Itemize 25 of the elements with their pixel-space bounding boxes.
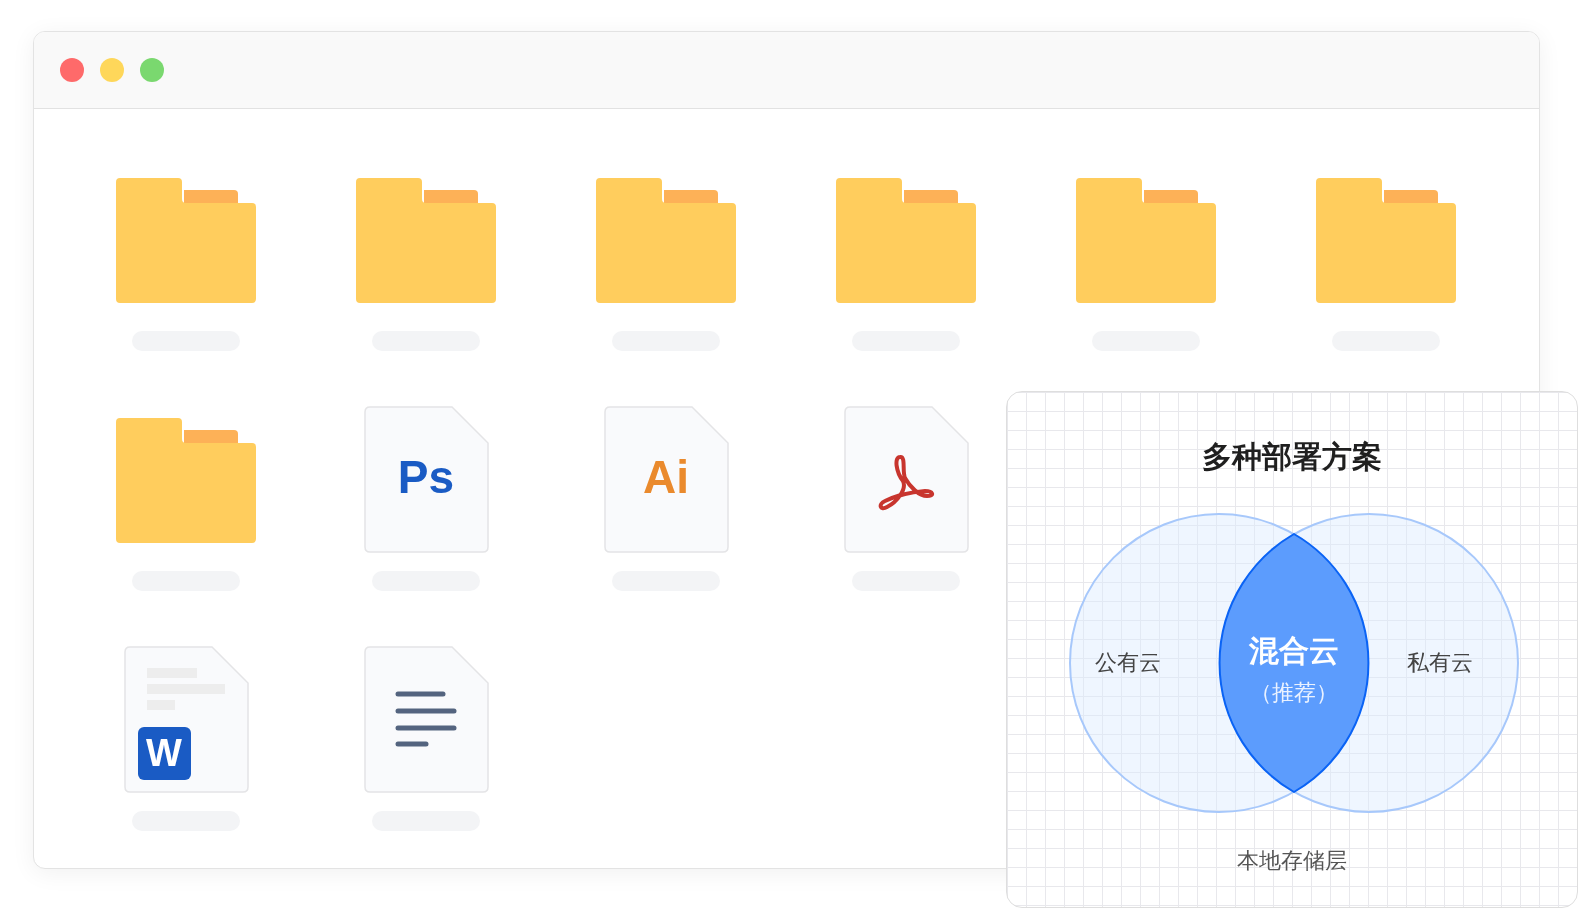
circle-label: 私有云 xyxy=(1406,649,1474,677)
ai-logo: Ai xyxy=(642,454,690,500)
text-lines-icon xyxy=(394,691,457,747)
base-layer-label: 本地存储层 xyxy=(1236,847,1348,875)
folder-icon[interactable] xyxy=(1316,178,1456,303)
panel-title: 多种部署方案 xyxy=(1201,439,1383,475)
minimize-button[interactable] xyxy=(100,58,124,82)
close-button[interactable] xyxy=(60,58,84,82)
folder-icon[interactable] xyxy=(836,178,976,303)
word-logo: W xyxy=(137,727,191,780)
pdf-icon xyxy=(876,454,937,512)
folder-icon[interactable] xyxy=(116,418,256,543)
ps-logo: Ps xyxy=(396,454,456,500)
document-icon[interactable] xyxy=(843,406,969,553)
overlap-label: 混合云 xyxy=(1248,633,1340,669)
circle-label: 公有云 xyxy=(1094,649,1162,677)
folder-icon[interactable] xyxy=(596,178,736,303)
document-icon[interactable] xyxy=(363,646,489,793)
document-icon[interactable]: Ps xyxy=(363,406,489,553)
document-icon[interactable]: W xyxy=(123,646,249,793)
folder-icon[interactable] xyxy=(116,178,256,303)
maximize-button[interactable] xyxy=(140,58,164,82)
overlap-note: （推荐） xyxy=(1249,679,1339,707)
folder-icon[interactable] xyxy=(356,178,496,303)
folder-icon[interactable] xyxy=(1076,178,1216,303)
